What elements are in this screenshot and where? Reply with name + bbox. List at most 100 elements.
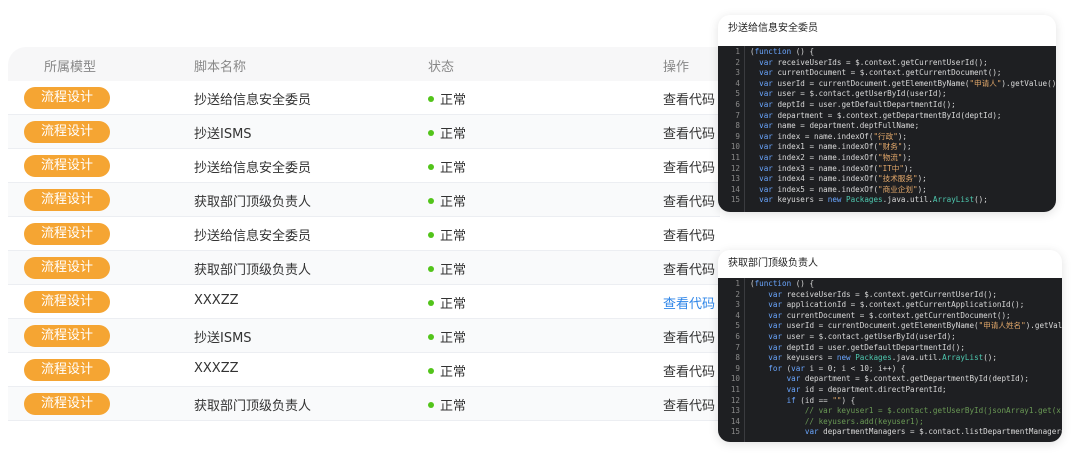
- view-code-link[interactable]: 查看代码: [663, 259, 715, 278]
- line-number: 12: [730, 395, 740, 405]
- table-header: 所属模型 脚本名称 状态 操作: [8, 47, 720, 81]
- table-row: 流程设计 抄送ISMS 正常 查看代码: [8, 319, 720, 353]
- code-text: var receiveUserIds = $.context.getCurren…: [759, 57, 988, 67]
- line-number: 13: [730, 174, 740, 184]
- code-text: var index3 = name.indexOf("IT中");: [759, 163, 914, 173]
- status-text: 正常: [440, 263, 467, 278]
- code-line: 3 var applicationId = $.context.getCurre…: [718, 300, 1062, 311]
- status-text: 正常: [440, 93, 467, 108]
- view-code-link[interactable]: 查看代码: [663, 327, 715, 346]
- view-code-link[interactable]: 查看代码: [663, 225, 715, 244]
- script-name: 获取部门顶级负责人: [194, 399, 312, 414]
- table-row: 流程设计 XXXZZ 正常 查看代码: [8, 353, 720, 387]
- code-text: (function () {: [750, 47, 815, 56]
- code-line: 11 var id = department.directParentId;: [718, 385, 1062, 396]
- code-line: 14 // keyusers.add(keyuser1);: [718, 417, 1062, 428]
- code-preview-panel-2: 获取部门顶级负责人 1 (function () {2 var receiveUs…: [718, 250, 1062, 442]
- header-script-name: 脚本名称: [194, 60, 247, 75]
- script-name: 获取部门顶级负责人: [194, 263, 312, 278]
- code-line: 9 for (var i = 0; i < 10; i++) {: [718, 364, 1062, 375]
- model-tag: 流程设计: [24, 257, 110, 279]
- status-text: 正常: [440, 399, 467, 414]
- code-line: 9 var index = name.indexOf("行政");: [718, 132, 1056, 143]
- status-cell: 正常: [428, 293, 466, 312]
- status-text: 正常: [440, 127, 467, 142]
- status-text: 正常: [440, 365, 467, 380]
- model-tag: 流程设计: [24, 121, 110, 143]
- code-text: // var keyuser1 = $.contact.getUserById(…: [750, 406, 1062, 416]
- script-name: 抄送ISMS: [194, 127, 252, 142]
- code-line: 8 var keyusers = new Packages.java.util.…: [718, 353, 1062, 364]
- line-number: 5: [735, 321, 740, 331]
- status-cell: 正常: [428, 395, 466, 414]
- header-status: 状态: [428, 60, 455, 75]
- status-cell: 正常: [428, 89, 466, 108]
- code-text: var currentDocument = $.context.getCurre…: [759, 68, 1002, 78]
- code-editor[interactable]: 1 (function () {2 var receiveUserIds = $.…: [718, 278, 1062, 442]
- line-number: 8: [735, 121, 740, 131]
- status-dot-icon: [428, 163, 434, 170]
- code-line: 7 var department = $.context.getDepartme…: [718, 111, 1056, 122]
- code-text: var receiveUserIds = $.context.getCurren…: [768, 289, 997, 299]
- code-text: var deptId = user.getDefaultDepartmentId…: [768, 342, 965, 352]
- view-code-link[interactable]: 查看代码: [663, 361, 715, 380]
- view-code-link[interactable]: 查看代码: [663, 191, 715, 210]
- code-text: (function () {: [750, 279, 815, 288]
- table-body: 流程设计 抄送给信息安全委员 正常 查看代码 流程设计 抄送ISMS 正常 查看代码 流程设计抄…: [8, 81, 720, 421]
- panel-title: 获取部门顶级负责人: [728, 258, 818, 269]
- code-line: 5 var userId = currentDocument.getElemen…: [718, 321, 1062, 332]
- line-number: 15: [730, 427, 740, 437]
- code-text: var deptId = user.getDefaultDepartmentId…: [759, 99, 956, 109]
- header-model: 所属模型: [44, 60, 97, 75]
- table-row: 流程设计 抄送给信息安全委员 正常 查看代码: [8, 81, 720, 115]
- code-line: 10 var index1 = name.indexOf("财务");: [718, 142, 1056, 153]
- code-line: 12 if (id == "") {: [718, 396, 1062, 407]
- script-name: 抄送给信息安全委员: [194, 161, 312, 176]
- code-text: var index = name.indexOf("行政");: [759, 131, 907, 141]
- status-text: 正常: [440, 297, 467, 312]
- status-text: 正常: [440, 229, 467, 244]
- line-number: 3: [735, 68, 740, 78]
- table-row: 流程设计 XXXZZ 正常 查看代码: [8, 285, 720, 319]
- status-cell: 正常: [428, 157, 466, 176]
- code-editor[interactable]: 1 (function () {2 var receiveUserIds = $.…: [718, 46, 1056, 212]
- code-line: 14 var index5 = name.indexOf("商业企划");: [718, 185, 1056, 196]
- script-name: 抄送给信息安全委员: [194, 229, 312, 244]
- line-number: 3: [735, 300, 740, 310]
- status-cell: 正常: [428, 327, 466, 346]
- code-line: 8 var name = department.deptFullName;: [718, 121, 1056, 132]
- code-line: 5 var user = $.contact.getUserById(userI…: [718, 89, 1056, 100]
- code-text: var index5 = name.indexOf("商业企划");: [759, 184, 927, 194]
- status-dot-icon: [428, 299, 434, 306]
- status-dot-icon: [428, 231, 434, 238]
- line-number: 5: [735, 89, 740, 99]
- line-number: 1: [735, 279, 740, 288]
- code-line: 6 var deptId = user.getDefaultDepartment…: [718, 100, 1056, 111]
- view-code-link[interactable]: 查看代码: [663, 123, 715, 142]
- status-dot-icon: [428, 401, 434, 408]
- model-tag: 流程设计: [24, 393, 110, 415]
- code-preview-panel-1: 抄送给信息安全委员 1 (function () {2 var receiveUs…: [718, 15, 1056, 212]
- model-tag: 流程设计: [24, 325, 110, 347]
- view-code-link[interactable]: 查看代码: [663, 395, 715, 414]
- table-row: 流程设计 抄送给信息安全委员 正常 查看代码: [8, 149, 720, 183]
- code-text: if (id == "") {: [786, 395, 856, 405]
- line-number: 14: [730, 184, 740, 194]
- status-cell: 正常: [428, 225, 466, 244]
- table-row: 流程设计 获取部门顶级负责人 正常 查看代码: [8, 183, 720, 217]
- code-text: var user = $.contact.getUserById(userId)…: [768, 331, 956, 341]
- line-number: 8: [735, 353, 740, 363]
- line-number: 2: [735, 57, 740, 67]
- line-number: 11: [730, 152, 740, 162]
- line-number: 9: [735, 363, 740, 373]
- code-text: var index2 = name.indexOf("物流");: [759, 152, 912, 162]
- code-line: 1 (function () {: [718, 47, 1056, 58]
- model-tag: 流程设计: [24, 291, 110, 313]
- view-code-link[interactable]: 查看代码: [663, 157, 715, 176]
- line-number: 10: [730, 142, 740, 152]
- view-code-link[interactable]: 查看代码: [663, 293, 715, 312]
- code-text: var currentDocument = $.context.getCurre…: [768, 310, 1011, 320]
- view-code-link[interactable]: 查看代码: [663, 89, 715, 108]
- code-text: var keyusers = new Packages.java.util.Ar…: [768, 353, 997, 363]
- code-text: var department = $.context.getDepartment…: [786, 374, 1029, 384]
